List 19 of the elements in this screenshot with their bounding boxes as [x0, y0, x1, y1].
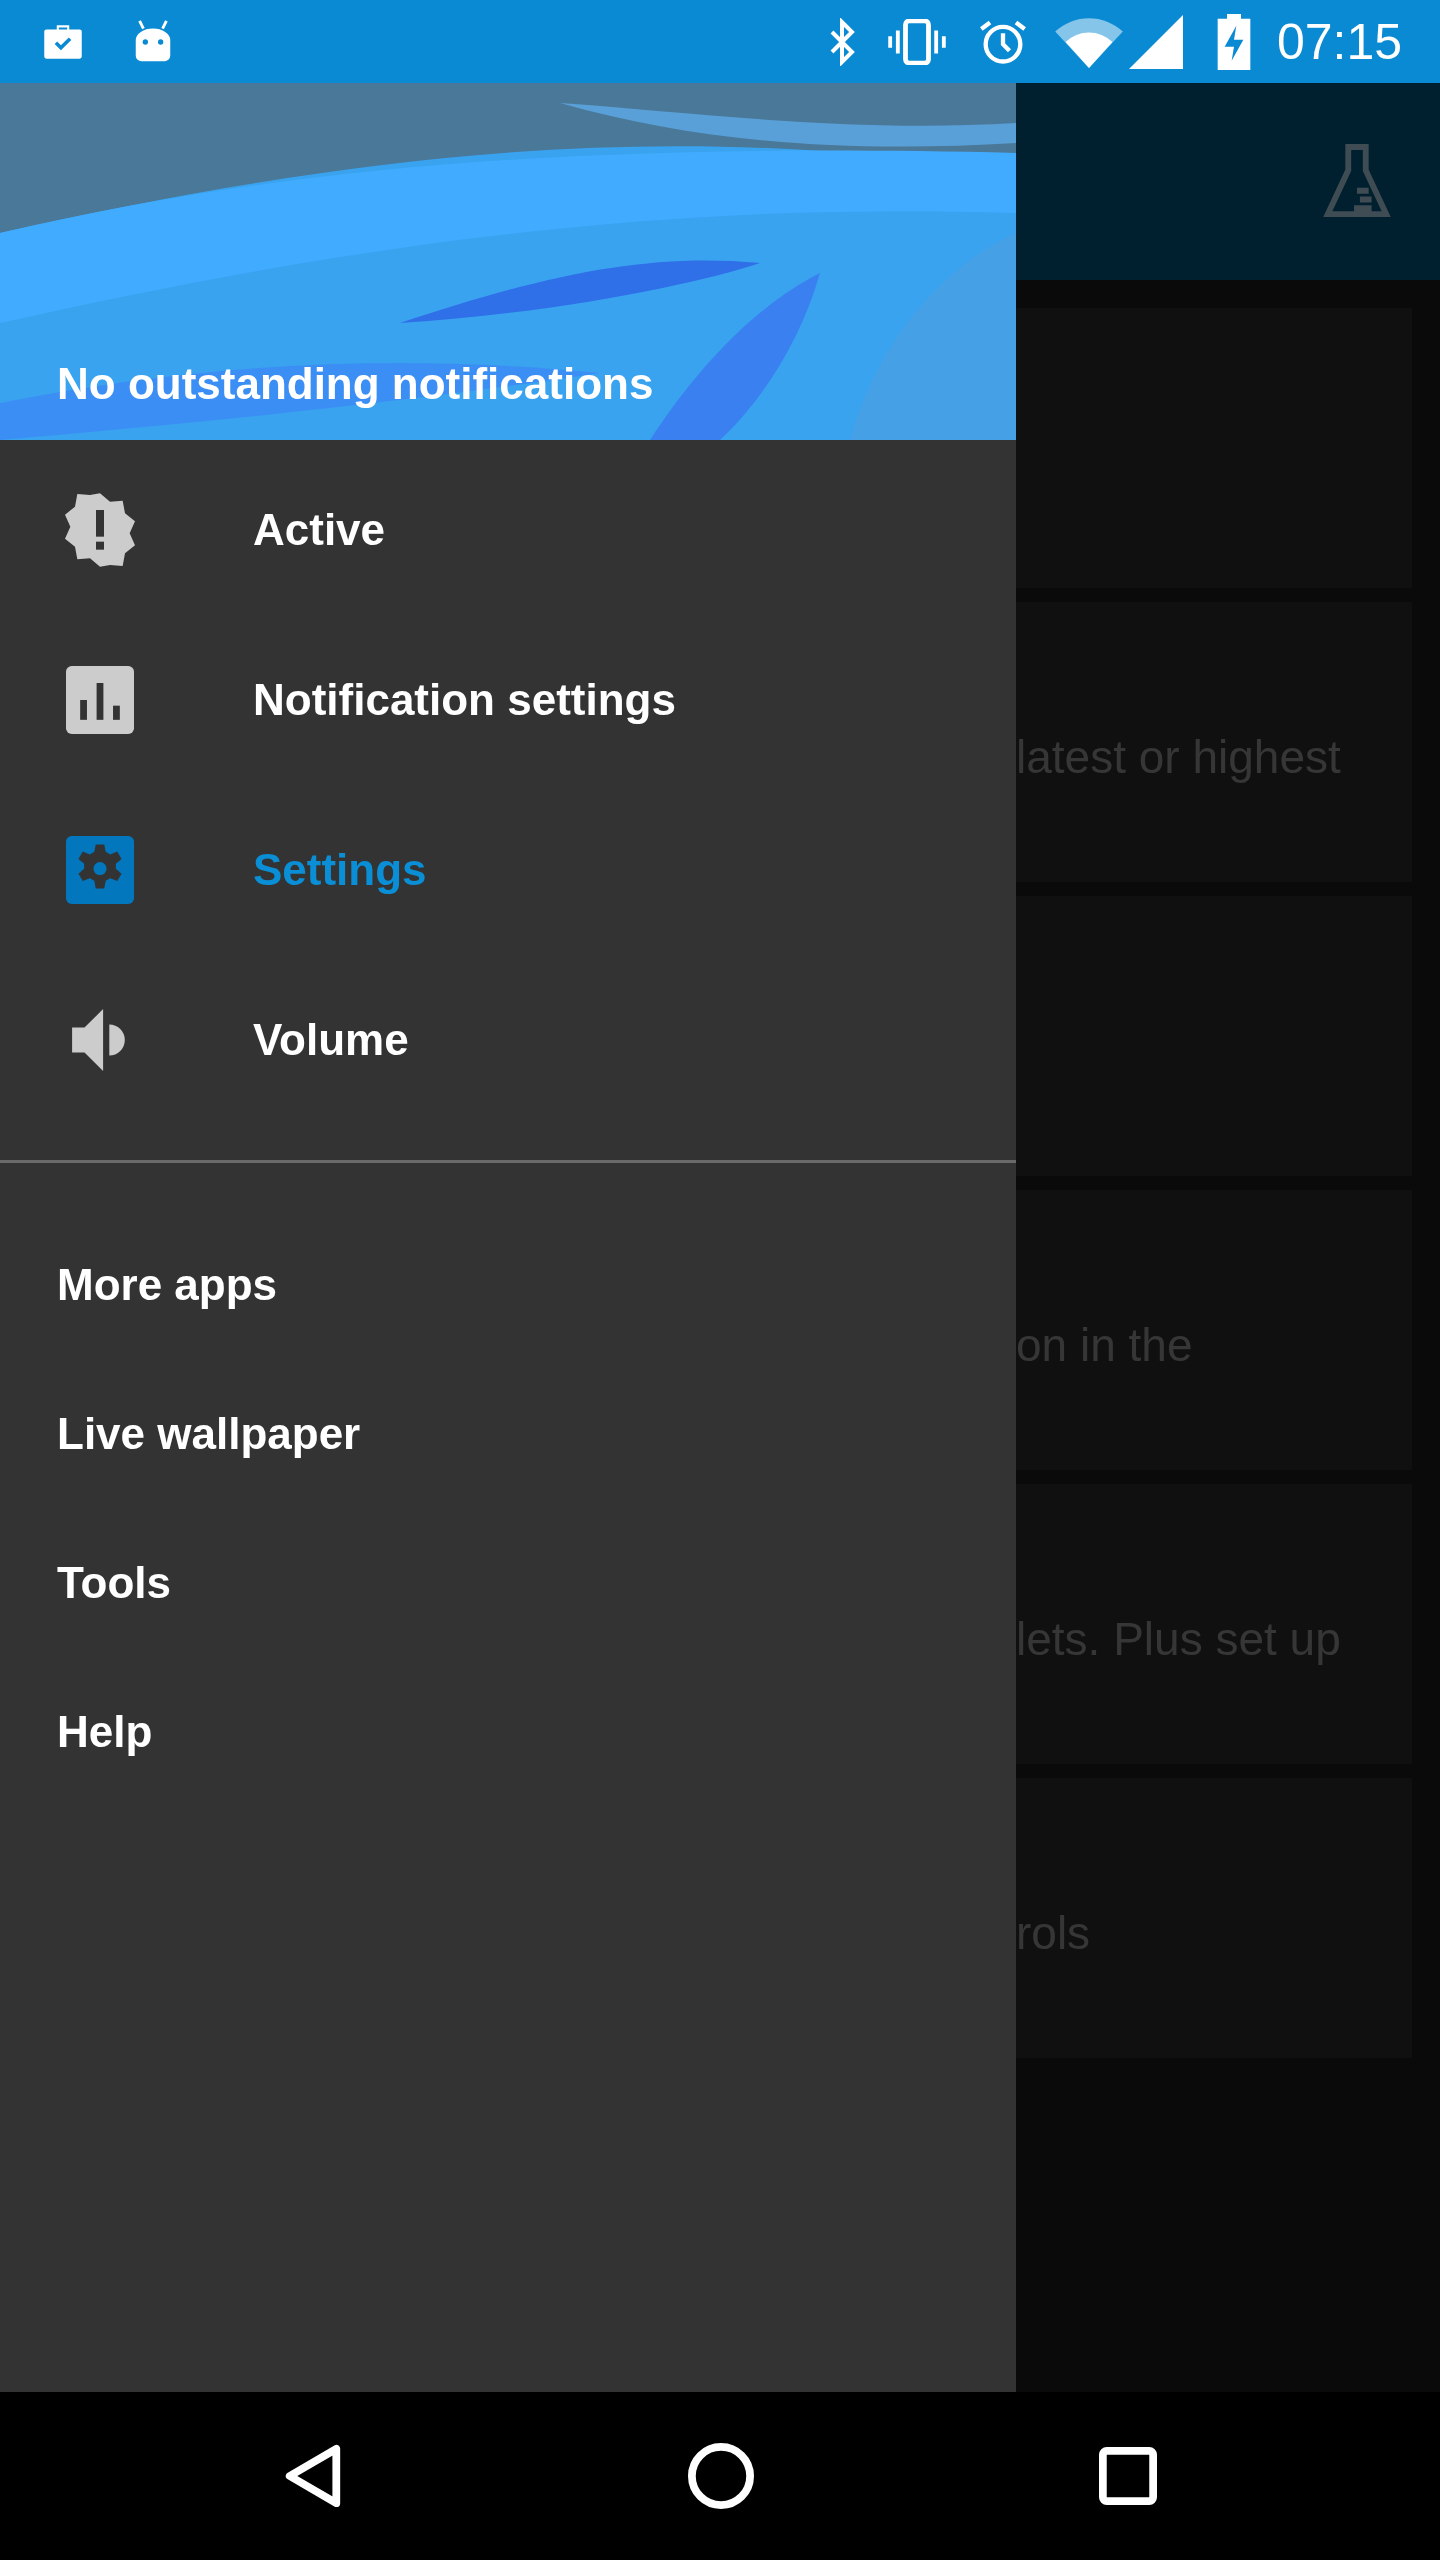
signal-icon: [1128, 14, 1183, 69]
drawer-link[interactable]: More apps: [0, 1263, 1016, 1412]
home-icon[interactable]: [688, 2443, 754, 2509]
drawer-item[interactable]: Notification settings: [0, 615, 1016, 785]
drawer-link[interactable]: Help: [0, 1710, 1016, 1859]
recents-icon[interactable]: [1099, 2447, 1157, 2505]
drawer-item[interactable]: Volume: [0, 955, 1016, 1125]
back-icon[interactable]: [283, 2443, 343, 2509]
drawer-link[interactable]: Tools: [0, 1561, 1016, 1710]
drawer-header-title: No outstanding notifications: [57, 362, 654, 406]
speaker-icon: [72, 1009, 128, 1071]
battery-charging-icon: [1216, 13, 1251, 70]
drawer-item[interactable]: Active: [0, 445, 1016, 615]
drawer-link[interactable]: Live wallpaper: [0, 1412, 1016, 1561]
clock-time: 07:15: [1276, 16, 1402, 67]
settings-icon: [66, 836, 134, 904]
bar-chart-icon: [66, 666, 134, 734]
wifi-icon: [1054, 15, 1123, 68]
drawer-item[interactable]: Settings: [0, 785, 1016, 955]
